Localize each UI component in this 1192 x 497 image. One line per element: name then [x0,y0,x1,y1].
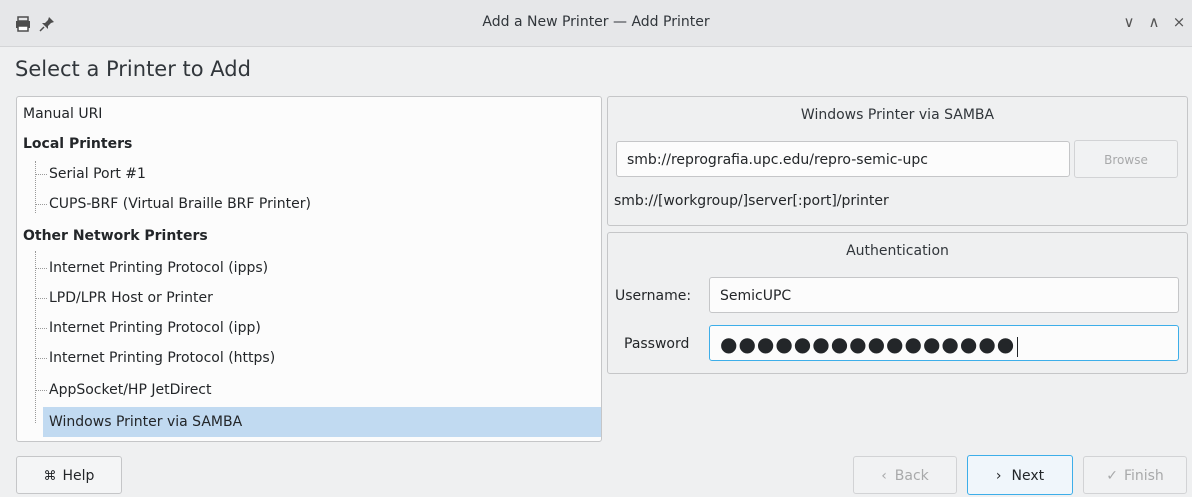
tree-branch-line [35,358,47,359]
minimize-button[interactable]: ∨ [1120,13,1138,31]
tree-branch-line [35,298,47,299]
printer-type-tree[interactable]: Manual URI Local Printers Serial Port #1… [16,96,602,442]
page-title: Select a Printer to Add [15,57,251,81]
close-button[interactable]: × [1170,13,1188,31]
samba-panel-title: Windows Printer via SAMBA [800,107,995,123]
tree-branch-line [35,174,47,175]
help-icon: ⌘ [43,469,57,484]
tree-item-lpd-lpr[interactable]: LPD/LPR Host or Printer [17,283,601,313]
tree-branch-line [35,204,47,205]
authentication-panel: Authentication Username: SemicUPC Passwo… [607,232,1188,374]
tree-branch-line [35,268,47,269]
browse-button[interactable]: Browse [1074,140,1178,178]
tree-item-serial-port[interactable]: Serial Port #1 [17,159,601,189]
tree-item-cups-brf[interactable]: CUPS-BRF (Virtual Braille BRF Printer) [17,189,601,219]
tree-branch-line [35,328,47,329]
samba-uri-hint: smb://[workgroup/]server[:port]/printer [614,193,889,209]
tree-item-https[interactable]: Internet Printing Protocol (https) [17,343,601,373]
authentication-title: Authentication [846,243,949,259]
next-button[interactable]: › Next [967,455,1073,495]
samba-uri-input[interactable]: smb://reprografia.upc.edu/repro-semic-up… [616,141,1070,177]
chevron-left-icon: ‹ [881,468,887,484]
password-label: Password [624,336,690,352]
title-bar: Add a New Printer — Add Printer ∨ ∧ × [0,0,1192,47]
tree-group-other-network-printers[interactable]: Other Network Printers [17,221,601,251]
username-label: Username: [615,288,692,304]
samba-panel: Windows Printer via SAMBA smb://reprogra… [607,96,1188,226]
tree-item-ipp[interactable]: Internet Printing Protocol (ipp) [17,313,601,343]
tree-item-ipps[interactable]: Internet Printing Protocol (ipps) [17,253,601,283]
help-button[interactable]: ⌘ Help [16,456,122,494]
tree-item-samba[interactable]: Windows Printer via SAMBA [43,407,601,437]
text-cursor [1017,337,1019,357]
username-input[interactable]: SemicUPC [709,277,1179,313]
window-title: Add a New Printer — Add Printer [482,14,710,30]
tree-group-local-printers[interactable]: Local Printers [17,129,601,159]
finish-button[interactable]: ✓ Finish [1083,456,1187,494]
back-button[interactable]: ‹ Back [853,456,957,494]
checkmark-icon: ✓ [1106,468,1118,484]
password-mask: ●●●●●●●●●●●●●●●● [720,332,1016,356]
password-input[interactable]: ●●●●●●●●●●●●●●●● [709,325,1179,361]
tree-item-appsocket[interactable]: AppSocket/HP JetDirect [17,375,601,405]
tree-branch-line [35,390,47,391]
maximize-button[interactable]: ∧ [1145,13,1163,31]
chevron-right-icon: › [995,468,1002,484]
tree-item-manual-uri[interactable]: Manual URI [17,99,601,129]
